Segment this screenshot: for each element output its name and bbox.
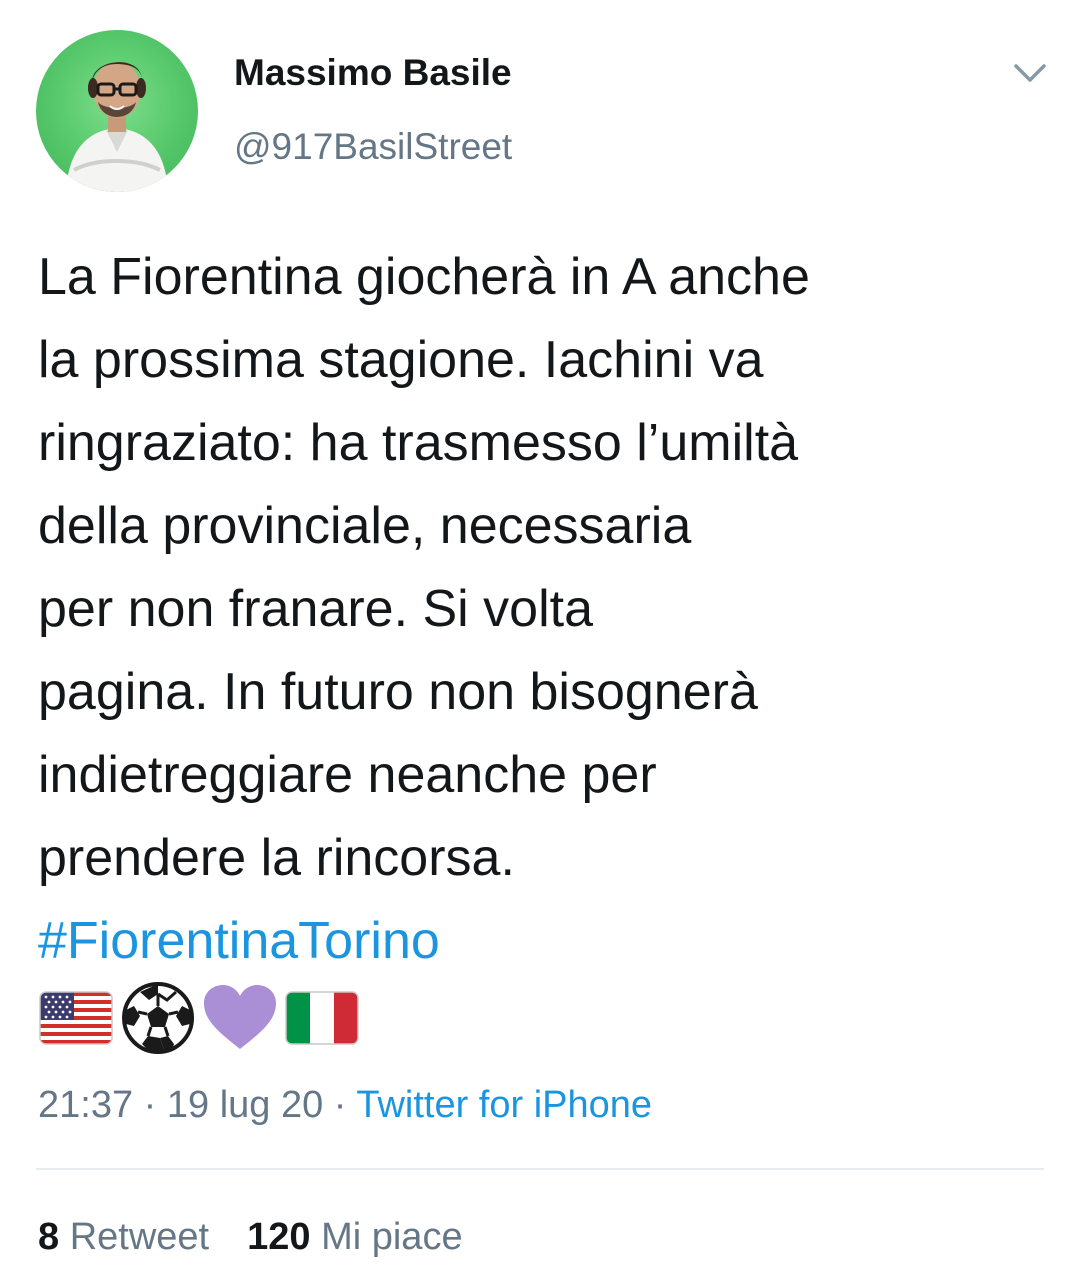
- retweets-count: 8: [38, 1216, 60, 1258]
- avatar[interactable]: [36, 30, 198, 192]
- display-name[interactable]: Massimo Basile: [234, 52, 512, 94]
- tweet-source-link[interactable]: Twitter for iPhone: [356, 1084, 652, 1126]
- tweet-stats: 8 Retweet 120 Mi piace: [38, 1216, 463, 1259]
- tweet-text-line: indietreggiare neanche per: [38, 746, 657, 804]
- meta-separator: ·: [323, 1084, 357, 1126]
- tweet-text-line: ringraziato: ha trasmesso l’umiltà: [38, 414, 799, 472]
- emoji-row: [38, 981, 366, 1058]
- retweets-label: Retweet: [69, 1216, 210, 1258]
- tweet-text: La Fiorentina giocherà in A anche la pro…: [38, 236, 1048, 983]
- soccer-ball-icon: [120, 980, 196, 1061]
- chevron-down-icon[interactable]: [1010, 58, 1050, 88]
- meta-separator: ·: [133, 1084, 167, 1126]
- tweet-time[interactable]: 21:37: [38, 1084, 133, 1126]
- purple-heart-icon: [202, 983, 278, 1058]
- user-handle[interactable]: @917BasilStreet: [234, 126, 512, 168]
- divider: [36, 1168, 1044, 1170]
- avatar-portrait-icon: [66, 62, 168, 192]
- tweet-meta: 21:37 · 19 lug 20 · Twitter for iPhone: [38, 1084, 652, 1127]
- tweet-text-line: pagina. In futuro non bisognerà: [38, 663, 758, 721]
- likes-label: Mi piace: [321, 1216, 463, 1258]
- tweet-text-line: prendere la rincorsa.: [38, 829, 515, 887]
- tweet-detail: Massimo Basile @917BasilStreet La Fioren…: [0, 0, 1080, 1275]
- tweet-text-line: la prossima stagione. Iachini va: [38, 331, 764, 389]
- italy-flag-icon: [284, 990, 360, 1051]
- tweet-text-line: della provinciale, necessaria: [38, 497, 692, 555]
- tweet-text-line: La Fiorentina giocherà in A anche: [38, 248, 810, 306]
- us-flag-icon: [38, 990, 114, 1051]
- tweet-text-line: per non franare. Si volta: [38, 580, 593, 638]
- tweet-date[interactable]: 19 lug 20: [167, 1084, 323, 1126]
- retweets-stat[interactable]: 8 Retweet: [38, 1216, 209, 1258]
- likes-count: 120: [247, 1216, 311, 1258]
- likes-stat[interactable]: 120 Mi piace: [247, 1216, 462, 1258]
- hashtag-link[interactable]: #FiorentinaTorino: [38, 900, 1048, 983]
